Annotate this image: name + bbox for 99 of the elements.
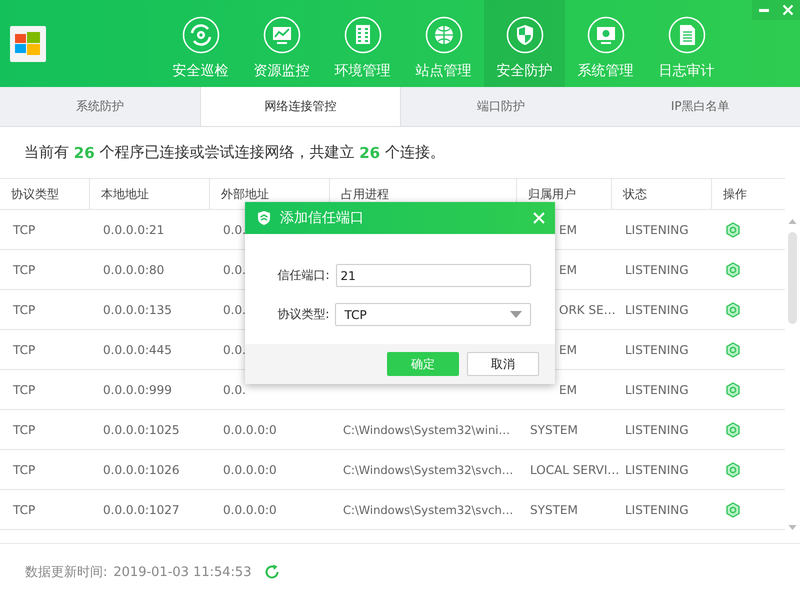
- action-button[interactable]: [725, 222, 741, 238]
- field-label: 协议类型:: [276, 306, 330, 323]
- building-icon: [344, 16, 382, 54]
- eye-refresh-icon: [182, 16, 220, 54]
- table-cell: 0.0.0.0:0: [223, 462, 277, 477]
- table-cell: LISTENING: [625, 462, 689, 477]
- hexagon-icon: [725, 462, 741, 478]
- nav-tab[interactable]: 环境管理: [322, 0, 403, 88]
- table-cell: LISTENING: [625, 302, 689, 317]
- table-cell: 0.0.0.0:0: [223, 422, 277, 437]
- table-cell: TCP: [13, 302, 36, 317]
- update-time: 2019-01-03 11:54:53: [113, 564, 252, 580]
- action-button[interactable]: [725, 502, 741, 518]
- shield-icon: [256, 210, 272, 226]
- column-header: 状态: [612, 179, 712, 210]
- table-cell: C:\Windows\System32\svch…: [343, 462, 514, 477]
- column-header: 操作: [722, 186, 748, 203]
- action-button[interactable]: [725, 302, 741, 318]
- nav-tab[interactable]: 资源监控: [241, 0, 322, 88]
- table-cell: LISTENING: [625, 342, 689, 357]
- table-cell: C:\Windows\System32\wini…: [343, 422, 510, 437]
- action-button[interactable]: [725, 342, 741, 358]
- table-cell: TCP: [13, 502, 36, 517]
- table-cell: TCP: [13, 422, 36, 437]
- table-cell: 0.0.: [223, 382, 246, 397]
- chart-monitor-icon: [262, 16, 300, 54]
- table-cell: 0.0.0.0:21: [103, 222, 164, 237]
- table-cell: ORK SE…: [559, 302, 616, 317]
- table-cell: 0.0.0.0:135: [103, 302, 172, 317]
- update-time-label: 数据更新时间:: [25, 564, 108, 582]
- table-cell: LOCAL SERVI…: [530, 462, 620, 477]
- table-cell: TCP: [13, 262, 36, 277]
- table-cell: 0.0.: [223, 262, 246, 277]
- close-button[interactable]: [776, 0, 800, 20]
- confirm-button[interactable]: 确定: [387, 352, 459, 376]
- refresh-button[interactable]: [263, 563, 282, 582]
- close-icon: [533, 212, 545, 224]
- summary-text: 当前有 26 个程序已连接或尝试连接网络，共建立 26 个连接。: [23, 142, 446, 164]
- shield-icon: [506, 16, 544, 54]
- table-cell: 0.0.0.0:80: [103, 262, 164, 277]
- nav-tab[interactable]: 系统管理: [565, 0, 646, 88]
- cancel-button[interactable]: 取消: [467, 352, 539, 376]
- hexagon-icon: [725, 302, 741, 318]
- table-cell: 0.0.0.0:1026: [103, 462, 180, 477]
- table-cell: 0.0.0.0:1027: [103, 502, 180, 517]
- close-icon: [782, 4, 794, 16]
- minimize-button[interactable]: [752, 0, 776, 20]
- table-cell: LISTENING: [625, 262, 689, 277]
- table-cell: TCP: [13, 462, 36, 477]
- table-cell: EM: [559, 262, 577, 277]
- table-cell: EM: [559, 342, 577, 357]
- table-cell: 0.0.: [223, 222, 246, 237]
- table-cell: 0.0.: [223, 342, 246, 357]
- table-cell: TCP: [13, 342, 36, 357]
- column-header: 本地地址: [90, 179, 210, 210]
- column-header: 协议类型: [0, 179, 90, 210]
- hexagon-icon: [725, 262, 741, 278]
- table-cell: C:\Windows\System32\svch…: [343, 502, 514, 517]
- hexagon-icon: [725, 342, 741, 358]
- close-button[interactable]: [533, 212, 545, 224]
- table-cell: LISTENING: [625, 502, 689, 517]
- table-cell: SYSTEM: [530, 502, 578, 517]
- nav-tab[interactable]: 日志审计: [646, 0, 727, 88]
- action-button[interactable]: [725, 262, 741, 278]
- hexagon-icon: [725, 422, 741, 438]
- action-button[interactable]: [725, 382, 741, 398]
- document-icon: [668, 16, 706, 54]
- table-cell: 0.0.0.0:445: [103, 342, 172, 357]
- hexagon-icon: [725, 382, 741, 398]
- table-cell: LISTENING: [625, 382, 689, 397]
- nav-tab[interactable]: 站点管理: [403, 0, 484, 88]
- dialog-title: 添加信任端口: [280, 209, 364, 227]
- windows-logo-icon: [15, 31, 41, 57]
- minimize-icon: [759, 8, 769, 12]
- table-cell: EM: [559, 222, 577, 237]
- globe-icon: [424, 16, 462, 54]
- table-cell: TCP: [13, 382, 36, 397]
- input-field[interactable]: 21: [336, 264, 531, 287]
- gear-monitor-icon: [586, 16, 624, 54]
- table-cell: SYSTEM: [530, 422, 578, 437]
- dropdown-caret-icon: [510, 310, 522, 318]
- nav-tab[interactable]: 安全巡检: [160, 0, 241, 88]
- table-cell: 0.0.0.0:1025: [103, 422, 180, 437]
- hexagon-icon: [725, 502, 741, 518]
- table-cell: 0.0.0.0:0: [223, 502, 277, 517]
- hexagon-icon: [725, 222, 741, 238]
- field-label: 信任端口:: [276, 267, 330, 284]
- action-button[interactable]: [725, 422, 741, 438]
- tab[interactable]: 网络连接管控: [200, 87, 401, 126]
- table-cell: 0.0.: [223, 302, 246, 317]
- refresh-icon: [263, 563, 282, 582]
- protocol-dropdown[interactable]: TCP: [335, 303, 531, 326]
- table-cell: TCP: [13, 222, 36, 237]
- table-cell: LISTENING: [625, 222, 689, 237]
- action-button[interactable]: [725, 462, 741, 478]
- table-cell: 0.0.0.0:999: [103, 382, 172, 397]
- nav-tab[interactable]: 安全防护: [484, 0, 565, 88]
- table-cell: LISTENING: [625, 422, 689, 437]
- table-cell: EM: [559, 382, 577, 397]
